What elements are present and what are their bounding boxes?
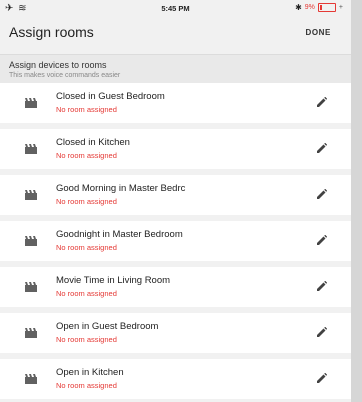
list-item[interactable]: Movie Time in Living Room No room assign… [0, 267, 351, 307]
room-status: No room assigned [56, 243, 117, 252]
room-status: No room assigned [56, 105, 117, 114]
list-item[interactable]: Closed in Guest Bedroom No room assigned [0, 83, 351, 123]
clapperboard-icon [25, 98, 37, 108]
item-texts: Closed in Guest Bedroom No room assigned [56, 91, 165, 114]
device-list: Closed in Guest Bedroom No room assigned… [0, 83, 351, 399]
room-status: No room assigned [56, 381, 117, 390]
item-texts: Goodnight in Master Bedroom No room assi… [56, 229, 183, 252]
phone-screen: ✈ ≋ 5:45 PM ✱ 9% + Assign rooms DONE Ass… [0, 0, 351, 402]
section-subtitle: This makes voice commands easier [9, 72, 121, 79]
pencil-icon[interactable] [317, 281, 327, 291]
page-title: Assign rooms [9, 24, 94, 40]
room-status: No room assigned [56, 335, 117, 344]
clapperboard-icon [25, 374, 37, 384]
status-bar: ✈ ≋ 5:45 PM ✱ 9% + [0, 0, 351, 17]
list-item[interactable]: Good Morning in Master Bedrc No room ass… [0, 175, 351, 215]
pencil-icon[interactable] [317, 327, 327, 337]
device-name: Closed in Kitchen [56, 137, 130, 148]
battery-percent: 9% [304, 4, 315, 11]
app-bar: Assign rooms DONE [0, 17, 351, 47]
battery-icon [317, 3, 336, 12]
room-status: No room assigned [56, 151, 117, 160]
pencil-icon[interactable] [317, 97, 327, 107]
clapperboard-icon [25, 190, 37, 200]
room-status: No room assigned [56, 289, 117, 298]
item-texts: Movie Time in Living Room No room assign… [56, 275, 170, 298]
room-status: No room assigned [56, 197, 117, 206]
pencil-icon[interactable] [317, 189, 327, 199]
device-name: Goodnight in Master Bedroom [56, 229, 183, 240]
device-name: Open in Kitchen [56, 367, 124, 378]
list-item[interactable]: Closed in Kitchen No room assigned [0, 129, 351, 169]
item-texts: Open in Guest Bedroom No room assigned [56, 321, 158, 344]
item-texts: Good Morning in Master Bedrc No room ass… [56, 183, 185, 206]
section-title: Assign devices to rooms [9, 60, 107, 70]
clapperboard-icon [25, 144, 37, 154]
bluetooth-icon: ✱ [295, 3, 302, 12]
item-texts: Open in Kitchen No room assigned [56, 367, 124, 390]
pencil-icon[interactable] [317, 235, 327, 245]
device-name: Movie Time in Living Room [56, 275, 171, 286]
pencil-icon[interactable] [317, 143, 327, 153]
done-button[interactable]: DONE [305, 28, 331, 37]
item-texts: Closed in Kitchen No room assigned [56, 137, 130, 160]
device-name: Good Morning in Master Bedrc [56, 183, 186, 194]
clapperboard-icon [25, 282, 37, 292]
section-header: Assign devices to rooms This makes voice… [0, 54, 351, 83]
status-right: ✱ 9% + [295, 3, 343, 12]
device-name: Closed in Guest Bedroom [56, 91, 165, 102]
device-name: Open in Guest Bedroom [56, 321, 159, 332]
list-item[interactable]: Open in Guest Bedroom No room assigned [0, 313, 351, 353]
clapperboard-icon [25, 236, 37, 246]
list-item[interactable]: Goodnight in Master Bedroom No room assi… [0, 221, 351, 261]
clapperboard-icon [25, 328, 37, 338]
list-item[interactable]: Open in Kitchen No room assigned [0, 359, 351, 399]
pencil-icon[interactable] [317, 373, 327, 383]
charging-icon: + [338, 4, 343, 11]
